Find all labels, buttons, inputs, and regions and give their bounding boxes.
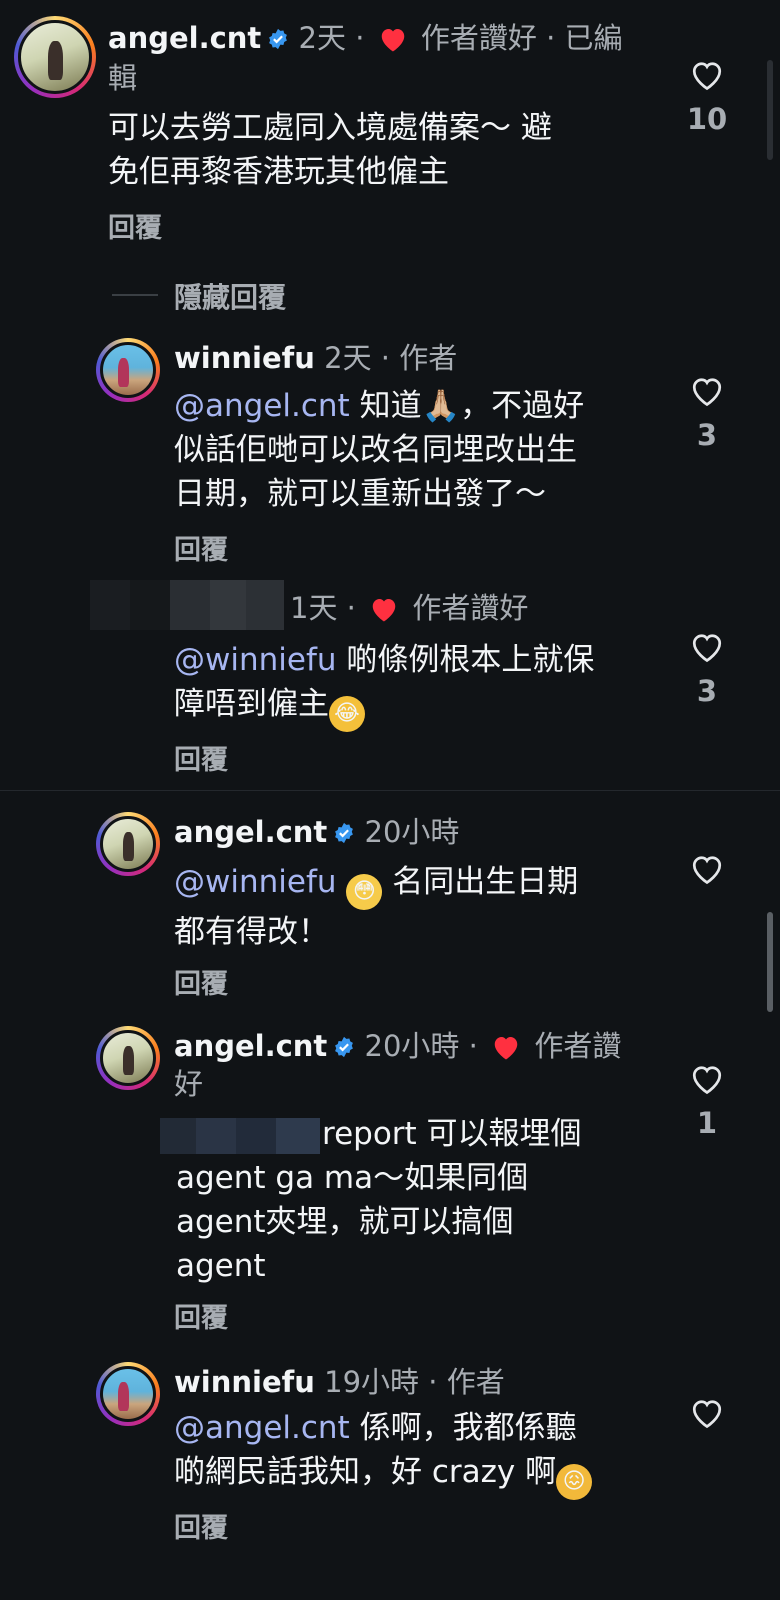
mention-link[interactable]: @winniefu bbox=[174, 864, 337, 900]
heart-filled-icon bbox=[381, 29, 404, 52]
comment-winnie-2: winniefu 19小時 · 作者 @angel.cnt 係啊，我都係聽 啲網… bbox=[0, 1362, 780, 1582]
author-liked-label: 作者讚好 bbox=[412, 591, 529, 625]
author-liked-label: 作者讚好 bbox=[420, 21, 537, 55]
verified-badge-icon bbox=[335, 822, 354, 844]
like-column: 3 bbox=[684, 374, 730, 452]
mention-link[interactable]: @angel.cnt bbox=[174, 388, 350, 424]
edited-label-wrap: 輯 bbox=[108, 61, 138, 95]
comment-header: angel.cnt 2天 · 作者讚好 · 已編 bbox=[108, 21, 623, 55]
timestamp: 20小時 bbox=[364, 1029, 460, 1063]
comment-text: @angel.cnt 係啊，我都係聽 啲網民話我知，好 crazy 啊 😖 bbox=[174, 1406, 593, 1500]
reply-button[interactable]: 回覆 bbox=[174, 1506, 228, 1545]
flushed-emoji-icon: 😳 bbox=[346, 874, 383, 910]
author-label: 作者 bbox=[446, 1365, 505, 1399]
comment-winnie-1: winniefu 2天 · 作者 @angel.cnt 知道🙏🏼，不過好 似話佢… bbox=[0, 330, 780, 580]
heart-outline-icon[interactable] bbox=[689, 1062, 725, 1096]
comment-header: 1天 · 作者讚好 bbox=[290, 591, 529, 625]
comment-header: angel.cnt 20小時 bbox=[174, 812, 459, 852]
like-count: 1 bbox=[696, 1106, 718, 1140]
divider bbox=[0, 790, 780, 791]
edited-label: 已編 bbox=[564, 21, 623, 55]
avatar[interactable] bbox=[96, 1026, 160, 1090]
heart-filled-icon bbox=[372, 599, 396, 622]
comment-text: @angel.cnt 知道🙏🏼，不過好 似話佢哋可以改名同埋改出生 日期，就可以… bbox=[174, 388, 585, 512]
divider bbox=[112, 294, 158, 296]
reply-button[interactable]: 回覆 bbox=[174, 962, 228, 1001]
avatar[interactable] bbox=[96, 338, 160, 402]
like-column: 3 bbox=[684, 630, 730, 708]
avatar[interactable] bbox=[14, 16, 96, 98]
like-count: 3 bbox=[696, 674, 718, 708]
heart-outline-icon[interactable] bbox=[689, 1396, 725, 1430]
mention-link[interactable]: @winniefu bbox=[174, 642, 337, 678]
heart-outline-icon[interactable] bbox=[689, 374, 725, 408]
username[interactable]: angel.cnt bbox=[108, 21, 261, 55]
timestamp: 2天 bbox=[298, 21, 346, 55]
heart-outline-icon[interactable] bbox=[689, 630, 725, 664]
username[interactable]: winniefu bbox=[174, 341, 315, 375]
like-count: 10 bbox=[686, 102, 728, 136]
reply-button[interactable]: 回覆 bbox=[174, 1296, 228, 1335]
comment-header: winniefu 19小時 · 作者 bbox=[174, 1365, 505, 1399]
author-label: 作者 bbox=[399, 341, 458, 375]
username[interactable]: winniefu bbox=[174, 1365, 315, 1399]
comment-text: report 可以報埋個 agent ga ma～如果同個 agent夾埋，就可… bbox=[176, 1116, 582, 1284]
scrollbar-thumb[interactable] bbox=[767, 912, 773, 1012]
comment-text: @winniefu 😳 名同出生日期 都有得改！ bbox=[174, 864, 579, 950]
like-column bbox=[684, 1396, 730, 1430]
like-column bbox=[684, 852, 730, 886]
confounded-emoji-icon: 😖 bbox=[556, 1464, 593, 1500]
comment-redacted: 1天 · 作者讚好 @winniefu 啲條例根本上就保 障唔到僱主 😂 回覆 3 bbox=[0, 580, 780, 780]
like-count: 3 bbox=[696, 418, 718, 452]
timestamp: 19小時 bbox=[324, 1365, 420, 1399]
rofl-emoji-icon: 😂 bbox=[329, 696, 365, 732]
like-column: 10 bbox=[684, 58, 730, 136]
verified-badge-icon bbox=[335, 1036, 354, 1058]
reply-button[interactable]: 回覆 bbox=[108, 206, 162, 245]
reply-button[interactable]: 回覆 bbox=[174, 738, 228, 777]
mention-link[interactable]: @angel.cnt bbox=[174, 1410, 350, 1446]
heart-filled-icon bbox=[494, 1037, 518, 1060]
heart-outline-icon[interactable] bbox=[689, 852, 725, 886]
comment-text: 可以去勞工處同入境處備案～ 避 免佢再黎香港玩其他僱主 bbox=[108, 110, 552, 190]
timestamp: 1天 bbox=[290, 591, 338, 625]
comment-angel-2: angel.cnt 20小時 @winniefu 😳 名同出生日期 都有得改！ … bbox=[0, 812, 780, 1022]
comment-header: angel.cnt 20小時 · 作者讚 bbox=[174, 1029, 622, 1063]
like-column: 1 bbox=[684, 1062, 730, 1140]
comment-angel-1: angel.cnt 2天 · 作者讚好 · 已編 輯 可以去勞工處同入境處備案～… bbox=[0, 0, 780, 260]
avatar[interactable] bbox=[96, 812, 160, 876]
redacted-username bbox=[90, 580, 284, 630]
scrollbar-top bbox=[767, 60, 773, 160]
reply-button[interactable]: 回覆 bbox=[174, 528, 228, 567]
timestamp: 20小時 bbox=[364, 815, 460, 849]
verified-badge-icon bbox=[269, 28, 288, 50]
comment-text: @winniefu 啲條例根本上就保 障唔到僱主 😂 bbox=[174, 638, 594, 732]
author-liked-wrap: 好 bbox=[174, 1067, 204, 1101]
author-liked-label: 作者讚 bbox=[534, 1029, 622, 1063]
comment-header: winniefu 2天 · 作者 bbox=[174, 341, 458, 375]
username[interactable]: angel.cnt bbox=[174, 1029, 327, 1063]
timestamp: 2天 bbox=[324, 341, 372, 375]
avatar[interactable] bbox=[96, 1362, 160, 1426]
username[interactable]: angel.cnt bbox=[174, 815, 327, 849]
comment-angel-3: angel.cnt 20小時 · 作者讚 好 report 可以報埋個 agen… bbox=[0, 1026, 780, 1356]
heart-outline-icon[interactable] bbox=[689, 58, 725, 92]
